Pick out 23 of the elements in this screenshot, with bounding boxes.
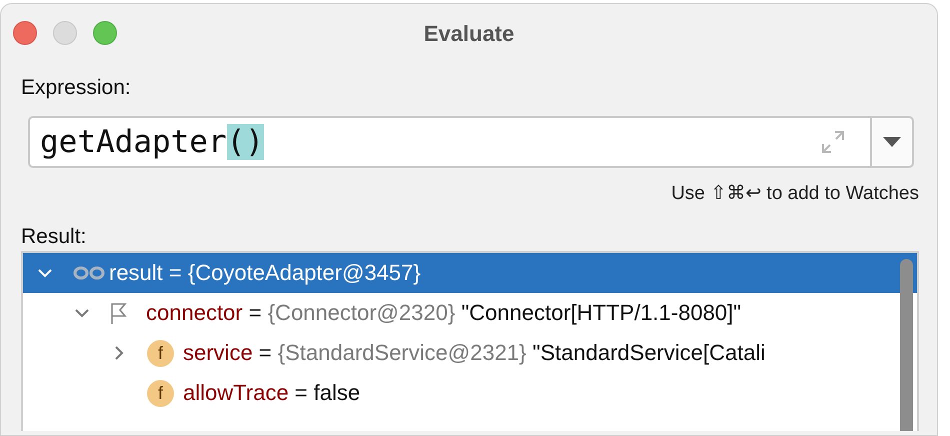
- field-icon: f: [147, 380, 174, 406]
- expression-field[interactable]: getAdapter(): [28, 116, 870, 168]
- tree-row[interactable]: f service = {StandardService@2321} "StandardService[Catali: [23, 333, 917, 373]
- scrollbar[interactable]: [900, 259, 913, 431]
- history-dropdown-button[interactable]: [870, 116, 914, 168]
- watches-hint: Use ⇧⌘↩ to add to Watches: [671, 182, 919, 205]
- expand-icon[interactable]: [820, 129, 846, 155]
- tree-row[interactable]: result = {CoyoteAdapter@3457}: [23, 253, 917, 293]
- caret-icon: [883, 137, 901, 147]
- window-title: Evaluate: [424, 21, 514, 47]
- glasses-icon: [73, 265, 105, 281]
- result-label: Result:: [21, 225, 86, 249]
- flag-icon: [110, 302, 128, 324]
- expression-label: Expression:: [21, 76, 131, 100]
- tree-row[interactable]: f allowTrace = false: [23, 373, 917, 413]
- variable-text: connector = {Connector@2320} "Connector[HTTP/1.1-8080]": [146, 300, 742, 326]
- tree-row[interactable]: connector = {Connector@2320} "Connector[HTTP/1.1-8080]": [23, 293, 917, 333]
- variable-text: result = {CoyoteAdapter@3457}: [109, 260, 422, 286]
- variable-text: service = {StandardService@2321} "StandardService[Catali: [183, 340, 766, 366]
- close-icon[interactable]: [13, 21, 37, 45]
- field-icon: f: [147, 340, 174, 366]
- variable-text: allowTrace = false: [183, 380, 360, 406]
- zoom-icon[interactable]: [93, 21, 117, 45]
